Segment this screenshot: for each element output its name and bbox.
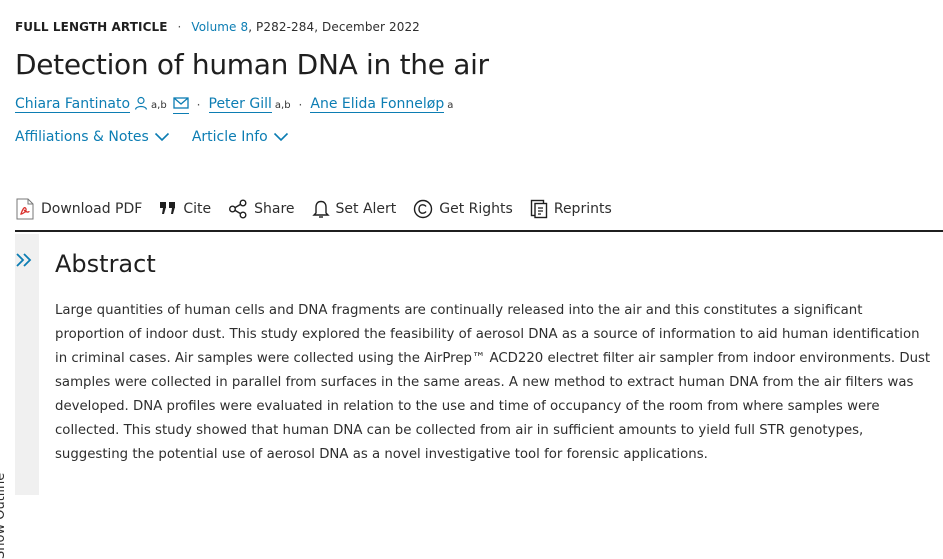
author-affiliation-sup: a,b <box>274 99 291 111</box>
set-alert-label: Set Alert <box>335 201 397 217</box>
article-meta: FULL LENGTH ARTICLE · Volume 8, P282-284… <box>15 20 420 34</box>
get-rights-button[interactable]: Get Rights <box>413 199 513 219</box>
info-links: Affiliations & Notes Article Info <box>15 129 289 145</box>
person-icon[interactable] <box>134 96 148 114</box>
affiliations-label: Affiliations & Notes <box>15 129 149 145</box>
article-title: Detection of human DNA in the air <box>15 48 489 81</box>
abstract-heading: Abstract <box>55 250 156 278</box>
abstract-text: Large quantities of human cells and DNA … <box>55 303 931 462</box>
cite-button[interactable]: Cite <box>159 201 211 217</box>
meta-separator: · <box>177 20 182 34</box>
article-toolbar: Download PDF Cite Share Set Alert Get Ri… <box>15 198 629 220</box>
copyright-icon <box>414 199 433 219</box>
author-link[interactable]: Ane Elida Fonneløp <box>310 97 445 113</box>
author-affiliation-sup: a,b <box>151 99 167 111</box>
quote-icon <box>160 202 176 214</box>
download-pdf-button[interactable]: Download PDF <box>15 198 142 220</box>
cite-label: Cite <box>183 201 212 217</box>
author-affiliation-sup: a <box>447 99 454 111</box>
outline-sidebar[interactable]: Show Outline <box>0 234 39 559</box>
reprints-icon <box>530 199 548 219</box>
set-alert-button[interactable]: Set Alert <box>311 199 397 219</box>
bell-icon <box>311 200 330 218</box>
reprints-button[interactable]: Reprints <box>530 199 612 219</box>
author-list: Chiara Fantinato a,b · Peter Gill a,b · … <box>15 96 453 114</box>
share-icon <box>229 199 247 219</box>
get-rights-label: Get Rights <box>439 201 513 217</box>
share-button[interactable]: Share <box>228 199 295 219</box>
article-info-toggle[interactable]: Article Info <box>192 129 289 145</box>
reprints-label: Reprints <box>553 201 612 217</box>
author-separator: · <box>298 98 303 112</box>
author-link[interactable]: Chiara Fantinato <box>15 97 131 113</box>
email-icon[interactable] <box>172 96 189 114</box>
show-outline-label[interactable]: Show Outline <box>0 459 8 559</box>
article-info-label: Article Info <box>191 129 268 145</box>
author-link[interactable]: Peter Gill <box>208 97 272 113</box>
author-separator: · <box>196 98 201 112</box>
article-type: FULL LENGTH ARTICLE <box>15 20 168 34</box>
download-pdf-label: Download PDF <box>41 201 143 217</box>
chevron-down-icon <box>154 132 169 142</box>
share-label: Share <box>254 201 295 217</box>
volume-link[interactable]: Volume 8 <box>191 20 248 34</box>
pages-date: , P282-284, December 2022 <box>248 20 420 34</box>
affiliations-toggle[interactable]: Affiliations & Notes <box>15 129 170 145</box>
double-chevron-right-icon[interactable] <box>15 252 37 268</box>
pdf-icon <box>16 198 34 220</box>
section-divider <box>15 230 943 232</box>
chevron-down-icon <box>273 132 288 142</box>
